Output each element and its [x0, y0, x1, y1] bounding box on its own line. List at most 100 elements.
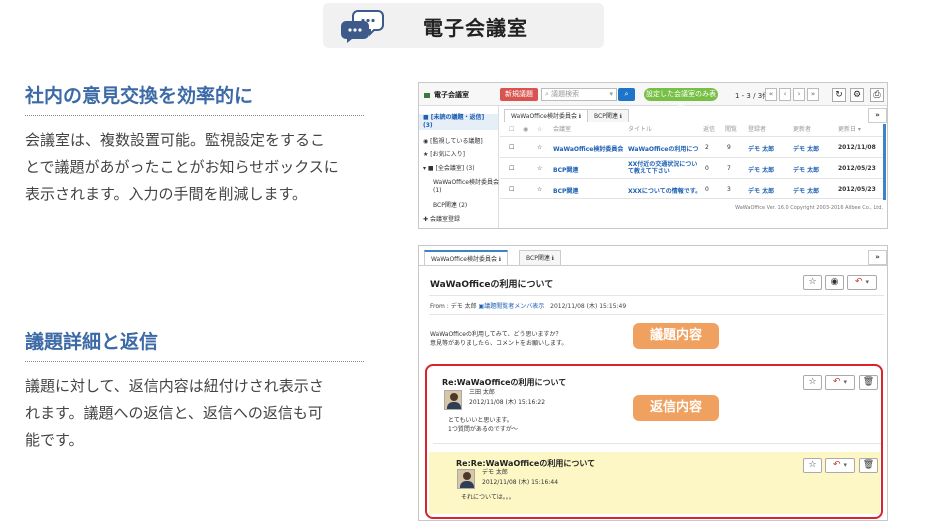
reply-divider: [433, 443, 881, 444]
star-icon[interactable]: ☆: [537, 144, 542, 151]
reply-button[interactable]: ↶ ▾: [825, 375, 855, 390]
row-checkbox[interactable]: ☐: [509, 186, 514, 193]
col-header-updater[interactable]: 更新者: [793, 124, 811, 136]
last-page-button[interactable]: »: [807, 88, 819, 101]
row-views: 3: [727, 186, 731, 193]
tab-wawaoffice[interactable]: WaWaOffice検討委員会 ℹ: [424, 250, 509, 265]
row-checkbox[interactable]: ☐: [509, 144, 514, 151]
print-icon[interactable]: ⎙: [870, 88, 884, 102]
sidebar-item-unread-count[interactable]: (3): [419, 122, 498, 130]
chevron-down-icon: ▾: [843, 461, 847, 469]
members-link[interactable]: ▣議題閲覧者メンバ表示: [479, 303, 545, 310]
sidebar-item-watching[interactable]: ◉ [監視している議題]: [423, 138, 497, 146]
unwatch-eye-icon[interactable]: ◉: [825, 275, 844, 290]
sidebar-item-unread[interactable]: ■ [未読の議題・返信]: [419, 114, 498, 122]
row-views: 9: [727, 144, 731, 151]
col-header-title[interactable]: タイトル: [628, 124, 652, 136]
tab-bcp[interactable]: BCP関連 ℹ: [519, 250, 562, 265]
folder-icon: ■: [423, 114, 431, 121]
reply2-author: デモ 太郎: [482, 469, 508, 476]
reply1-body-line: とてもいいと思います。: [448, 417, 513, 424]
new-topic-button[interactable]: 新規議題: [500, 88, 538, 101]
filter-rooms-button[interactable]: 設定した会議室のみ表示: [644, 88, 718, 111]
row-title[interactable]: XXXについての情報です。: [628, 186, 701, 195]
sidebar-item-bcp[interactable]: BCP関連 (2): [433, 202, 507, 210]
table-row[interactable]: ☐ ☆ BCP関連 XX付近の交通状況について教えて下さい 0 7 デモ 太郎 …: [500, 157, 885, 178]
section1-heading: 社内の意見交換を効率的に: [25, 85, 254, 107]
folder-icon: ▾ ■: [423, 165, 436, 172]
chat-bubbles-icon: [341, 10, 384, 43]
eye-icon: ◉: [523, 126, 529, 133]
trash-icon[interactable]: 🗑: [859, 458, 878, 473]
next-page-button[interactable]: ›: [793, 88, 805, 101]
table-row[interactable]: ☐ ☆ WaWaOffice検討委員会 WaWaOfficeの利用について 2 …: [500, 136, 885, 157]
list-toolbar: 電子会議室 新規議題 ⌕ 議題検索 ▾ ⌕ 設定した会議室のみ表示 1 - 3 /…: [419, 83, 887, 111]
col-header-room[interactable]: 会議室: [553, 124, 571, 136]
section1-divider: [25, 115, 364, 116]
sidebar-item-wawaoffice[interactable]: WaWaOffice検討委員会: [433, 179, 499, 187]
reply1-author: 三田 太郎: [469, 389, 495, 396]
topic-detail-screenshot: WaWaOffice検討委員会 ℹ BCP関連 ℹ » WaWaOfficeの利…: [418, 245, 888, 521]
table-row[interactable]: ☐ ☆ BCP関連 XXXについての情報です。 0 3 デモ 太郎 デモ 太郎 …: [500, 178, 885, 199]
sidebar-item-favorites[interactable]: ★ [お気に入り]: [423, 151, 497, 159]
col-header-views[interactable]: 閲覧: [725, 124, 737, 136]
row-title[interactable]: XX付近の交通状況について教えて下さい: [628, 161, 700, 175]
topic-body-line: WaWaOfficeの利用してみて、どう思いますか？: [430, 331, 562, 338]
col-header-replies[interactable]: 返信: [703, 124, 715, 136]
row-creator[interactable]: デモ 太郎: [748, 186, 774, 195]
topic-body-line: 意見等がありましたら、コメントをお願いします。: [430, 340, 568, 347]
search-button[interactable]: ⌕: [618, 88, 635, 101]
sidebar-item-room-register[interactable]: ✚ 会議室登録: [423, 216, 497, 224]
row-date: 2012/05/23: [838, 165, 876, 172]
more-tabs-button[interactable]: »: [868, 108, 887, 123]
row-creator[interactable]: デモ 太郎: [748, 144, 774, 153]
scrollbar[interactable]: [883, 124, 886, 200]
section2-heading: 議題詳細と返信: [25, 331, 159, 353]
avatar: [457, 469, 475, 489]
search-placeholder: 議題検索: [551, 90, 580, 98]
select-all-checkbox[interactable]: ☐: [509, 124, 514, 136]
section2-line: 能です。: [25, 431, 84, 449]
sidebar-item-all-rooms[interactable]: ▾ ■ [全会議室] (3): [423, 165, 497, 173]
star-icon[interactable]: ☆: [537, 165, 542, 172]
sidebar-item-wawaoffice-count[interactable]: (1): [433, 187, 507, 195]
topic-search-input[interactable]: ⌕ 議題検索 ▾: [541, 88, 617, 101]
tab-bcp[interactable]: BCP関連 ℹ: [587, 109, 630, 122]
reply-content-badge: 返信内容: [633, 395, 719, 421]
row-room[interactable]: BCP関連: [553, 165, 578, 174]
title-divider: [429, 295, 884, 296]
row-room[interactable]: WaWaOffice検討委員会: [553, 144, 623, 153]
row-updater[interactable]: デモ 太郎: [793, 186, 819, 195]
star-icon[interactable]: ☆: [803, 275, 822, 290]
refresh-icon[interactable]: ↻: [832, 88, 846, 102]
page-header: 電子会議室: [323, 3, 604, 48]
section1-line: 会議室は、複数設置可能。監視設定をするこ: [25, 131, 326, 149]
gear-icon[interactable]: ⚙: [850, 88, 864, 102]
tab-wawaoffice[interactable]: WaWaOffice検討委員会 ℹ: [504, 109, 589, 122]
reply-button[interactable]: ↶ ▾: [825, 458, 855, 473]
section2-line: 議題に対して、返信内容は紐付けされ表示さ: [25, 377, 324, 395]
row-updater[interactable]: デモ 太郎: [793, 144, 819, 153]
trash-icon[interactable]: 🗑: [859, 375, 878, 390]
topic-meta: From : デモ 太郎 ▣議題閲覧者メンバ表示 2012/11/08 (木) …: [430, 301, 626, 310]
topic-body: WaWaOfficeの利用してみて、どう思いますか？ 意見等がありましたら、コメ…: [430, 330, 567, 348]
col-header-date[interactable]: 更新日 ▾: [838, 124, 861, 136]
row-updater[interactable]: デモ 太郎: [793, 165, 819, 174]
reply-button[interactable]: ↶ ▾: [847, 275, 877, 290]
first-page-button[interactable]: «: [765, 88, 777, 101]
chevron-down-icon: ▾: [865, 278, 869, 286]
prev-page-button[interactable]: ‹: [779, 88, 791, 101]
more-tabs-button[interactable]: »: [868, 250, 887, 265]
room-sidebar: ■ [未読の議題・返信] (3) ◉ [監視している議題] ★ [お気に入り] …: [419, 106, 499, 228]
from-author: From : デモ 太郎: [430, 303, 477, 310]
star-icon[interactable]: ☆: [537, 186, 542, 193]
col-header-creator[interactable]: 登録者: [748, 124, 766, 136]
star-icon[interactable]: ☆: [803, 458, 822, 473]
row-title[interactable]: WaWaOfficeの利用について: [628, 144, 698, 153]
section2-text: 議題に対して、返信内容は紐付けされ表示さ れます。議題への返信と、返信への返信も…: [25, 373, 367, 454]
row-creator[interactable]: デモ 太郎: [748, 165, 774, 174]
row-checkbox[interactable]: ☐: [509, 165, 514, 172]
row-replies: 2: [705, 144, 709, 151]
row-room[interactable]: BCP関連: [553, 186, 578, 195]
star-icon[interactable]: ☆: [803, 375, 822, 390]
